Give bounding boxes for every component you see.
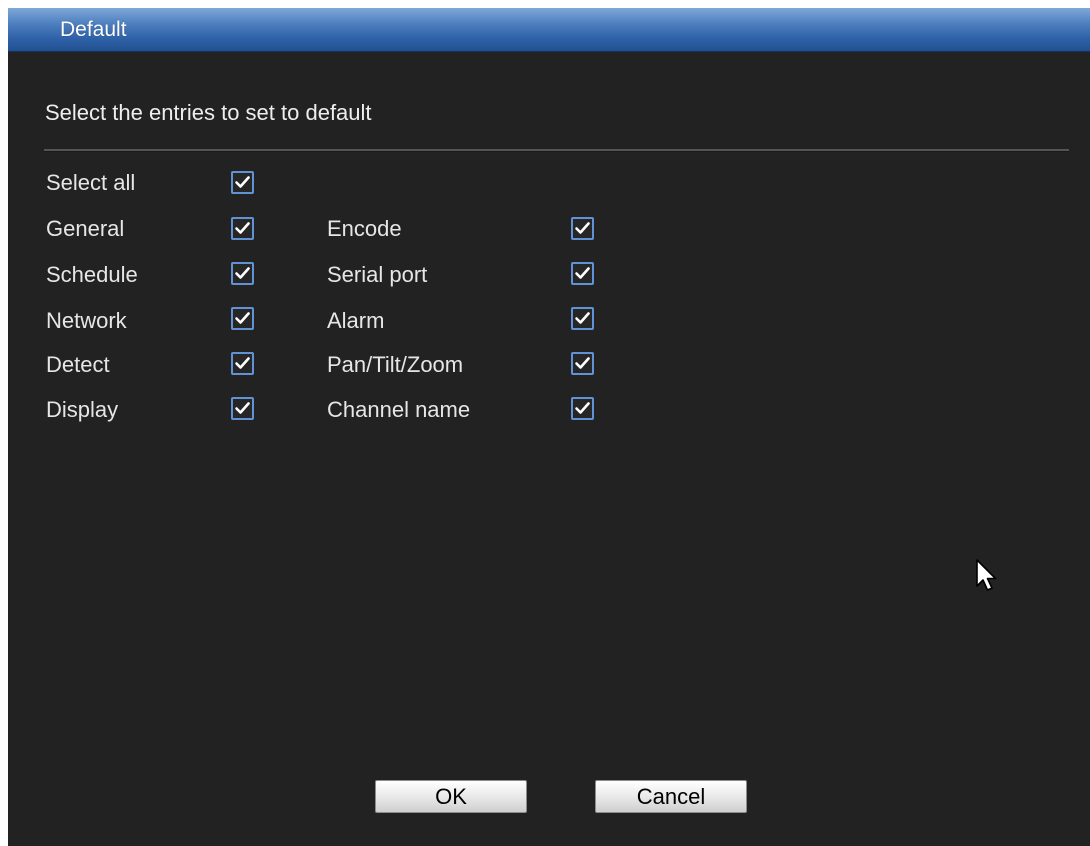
check-icon — [235, 176, 250, 188]
dialog-title: Default — [60, 18, 127, 41]
mouse-cursor-icon — [976, 559, 997, 591]
pan-tilt-zoom-label: Pan/Tilt/Zoom — [327, 352, 464, 377]
general-checkbox[interactable] — [231, 217, 254, 240]
check-icon — [235, 222, 250, 234]
cancel-button[interactable]: Cancel — [595, 780, 747, 813]
network-checkbox[interactable] — [231, 307, 254, 330]
check-icon — [235, 357, 250, 369]
check-icon — [235, 402, 250, 414]
pan-tilt-zoom-checkbox[interactable] — [571, 352, 594, 375]
check-icon — [235, 312, 250, 324]
ok-button[interactable]: OK — [375, 780, 527, 813]
check-icon — [575, 402, 590, 414]
select-all-checkbox[interactable] — [231, 171, 254, 194]
serial-port-checkbox[interactable] — [571, 262, 594, 285]
display-checkbox[interactable] — [231, 397, 254, 420]
channel-name-label: Channel name — [327, 397, 471, 422]
dialog-titlebar: Default — [8, 8, 1090, 52]
select-all-label: Select all — [46, 170, 136, 195]
detect-label: Detect — [46, 352, 110, 377]
display-label: Display — [46, 397, 119, 422]
schedule-checkbox[interactable] — [231, 262, 254, 285]
divider — [44, 149, 1069, 152]
check-icon — [235, 267, 250, 279]
detect-checkbox[interactable] — [231, 352, 254, 375]
check-icon — [575, 222, 590, 234]
schedule-label: Schedule — [46, 262, 138, 287]
default-dialog: Default Select the entries to set to def… — [8, 8, 1090, 846]
channel-name-checkbox[interactable] — [571, 397, 594, 420]
encode-label: Encode — [327, 216, 402, 241]
network-label: Network — [46, 308, 127, 333]
check-icon — [575, 312, 590, 324]
alarm-label: Alarm — [327, 308, 385, 333]
serial-port-label: Serial port — [327, 262, 428, 287]
general-label: General — [46, 216, 125, 241]
alarm-checkbox[interactable] — [571, 307, 594, 330]
encode-checkbox[interactable] — [571, 217, 594, 240]
check-icon — [575, 357, 590, 369]
check-icon — [575, 267, 590, 279]
instruction-text: Select the entries to set to default — [45, 100, 372, 125]
